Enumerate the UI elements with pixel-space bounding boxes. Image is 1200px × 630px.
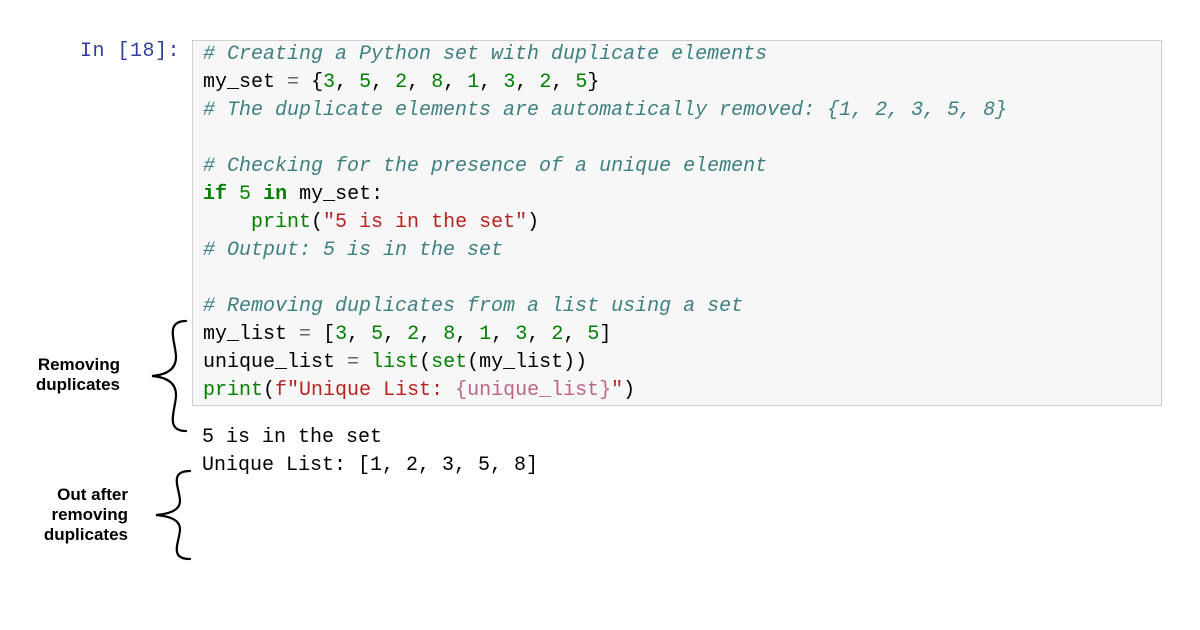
comment: # The duplicate elements are automatical… [203,99,1007,122]
code-input[interactable]: # Creating a Python set with duplicate e… [192,40,1162,406]
code-output: 5 is in the set Unique List: [1, 2, 3, 5… [192,424,1162,480]
output-line: Unique List: [1, 2, 3, 5, 8] [202,454,538,477]
var: my_set [203,71,275,94]
annotation-out-after: Out after removing duplicates [28,485,128,545]
annotation-removing-duplicates: Removing duplicates [10,355,120,395]
op-assign: = [287,71,299,94]
comment: # Output: 5 is in the set [203,239,503,262]
comment: # Creating a Python set with duplicate e… [203,43,767,66]
curly-brace-icon [134,317,194,435]
comment: # Removing duplicates from a list using … [203,295,743,318]
output-line: 5 is in the set [202,426,382,449]
input-prompt-text: In [18]: [80,40,180,63]
input-prompt: In [18]: [60,40,180,63]
code-cell: # Creating a Python set with duplicate e… [192,40,1162,480]
curly-brace-icon [138,465,198,565]
comment: # Checking for the presence of a unique … [203,155,767,178]
